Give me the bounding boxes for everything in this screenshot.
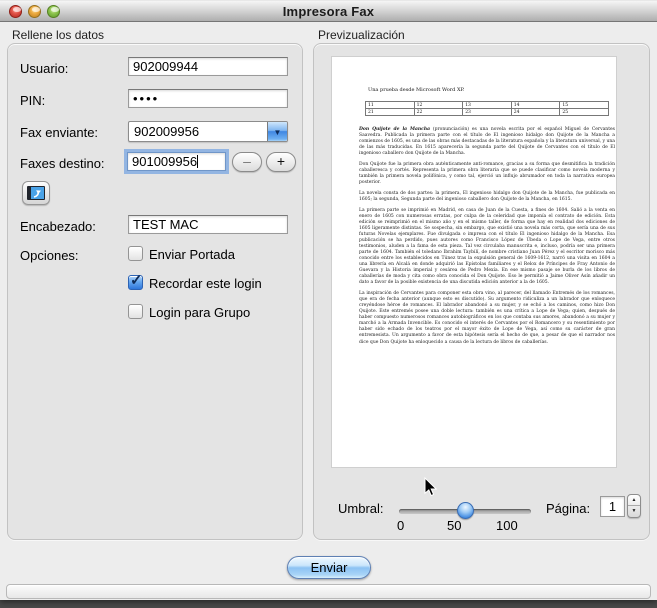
checkbox-enviar-portada[interactable]: ✓ (128, 246, 143, 261)
arrow-up-icon: ▲ (632, 497, 637, 503)
umbral-slider[interactable] (399, 503, 531, 519)
table-cell: 24 (511, 109, 560, 116)
checkbox-recordar-login[interactable]: ✓ (128, 275, 143, 290)
table-row: 21 22 23 24 25 (366, 109, 609, 116)
preview-group-label: Previzualización (318, 28, 405, 42)
fax-enviante-label: Fax enviante: (20, 125, 98, 140)
stepper-up-button[interactable]: ▲ (628, 495, 640, 506)
faxes-destino-value: 901009956 (132, 154, 197, 169)
remove-fax-button[interactable]: – (232, 152, 262, 172)
encabezado-input[interactable]: TEST MAC (128, 215, 288, 234)
titlebar[interactable]: Impresora Fax (0, 0, 657, 22)
doc-body-text: Don Quijote de la Mancha (pronunciación)… (359, 127, 615, 351)
document-preview-page: Una prueba desde Microsoft Word XP. 11 1… (331, 56, 617, 468)
table-cell: 12 (414, 102, 463, 109)
window-title: Impresora Fax (0, 4, 657, 19)
enviar-button[interactable]: Enviar (287, 556, 371, 579)
table-cell: 15 (560, 102, 609, 109)
doc-paragraph: La novela consta de dos partes: la prime… (359, 191, 615, 203)
pin-input[interactable]: •••• (128, 89, 288, 108)
usuario-label: Usuario: (20, 61, 68, 76)
table-cell: 13 (463, 102, 512, 109)
checkbox-recordar-login-label[interactable]: Recordar este login (149, 276, 262, 291)
add-fax-button[interactable]: + (266, 152, 296, 172)
doc-lead-phrase: Don Quijote de la Mancha (359, 127, 430, 132)
doc-table: 11 12 13 14 15 21 22 23 24 25 (365, 101, 609, 116)
doc-intro-line: Una prueba desde Microsoft Word XP. (368, 87, 464, 93)
table-cell: 11 (366, 102, 415, 109)
stepper-down-button[interactable]: ▼ (628, 506, 640, 517)
doc-paragraph: La primera parte se imprimió en Madrid, … (359, 208, 615, 286)
checkbox-login-grupo[interactable]: ✓ (128, 304, 143, 319)
slider-tick-max: 100 (496, 518, 518, 533)
doc-paragraph: Don Quijote fue la primera obra auténtic… (359, 162, 615, 186)
umbral-label: Umbral: (338, 501, 384, 516)
doc-paragraph: Don Quijote de la Mancha (pronunciación)… (359, 127, 615, 157)
slider-thumb[interactable] (457, 502, 474, 519)
opciones-label: Opciones: (20, 248, 79, 263)
arrow-down-icon: ▼ (632, 508, 637, 514)
text-caret (197, 155, 198, 168)
faxes-destino-input[interactable]: 901009956 (127, 152, 226, 171)
minus-icon: – (243, 153, 251, 169)
check-icon: ✓ (130, 271, 143, 289)
encabezado-label: Encabezado: (20, 219, 96, 234)
table-cell: 14 (511, 102, 560, 109)
fax-enviante-dropdown-button[interactable]: ▼ (267, 122, 287, 141)
fax-dialog-window: Impresora Fax Rellene los datos Usuario:… (0, 0, 657, 600)
pagina-label: Página: (546, 501, 590, 516)
pagina-stepper[interactable]: ▲ ▼ (627, 494, 641, 518)
address-book-icon (27, 186, 45, 200)
bottom-status-bar (6, 584, 651, 599)
usuario-input[interactable]: 902009944 (128, 57, 288, 76)
slider-tick-min: 0 (397, 518, 404, 533)
preview-groupbox: Una prueba desde Microsoft Word XP. 11 1… (313, 43, 650, 540)
form-groupbox (7, 43, 303, 540)
fax-enviante-value: 902009956 (134, 124, 199, 139)
table-cell: 21 (366, 109, 415, 116)
fax-enviante-combobox[interactable]: 902009956 ▼ (128, 121, 288, 142)
form-group-label: Rellene los datos (12, 28, 104, 42)
mouse-cursor (424, 477, 438, 498)
plus-icon: + (277, 153, 285, 169)
table-cell: 25 (560, 109, 609, 116)
address-book-button[interactable] (22, 181, 50, 205)
checkbox-login-grupo-label[interactable]: Login para Grupo (149, 305, 250, 320)
checkbox-enviar-portada-label[interactable]: Enviar Portada (149, 247, 235, 262)
table-cell: 23 (463, 109, 512, 116)
table-row: 11 12 13 14 15 (366, 102, 609, 109)
doc-paragraph: La inspiración de Cervantes para compone… (359, 291, 615, 345)
desktop-background: Impresora Fax Rellene los datos Usuario:… (0, 0, 657, 608)
faxes-destino-label: Faxes destino: (20, 156, 105, 171)
chevron-down-icon: ▼ (274, 128, 282, 137)
slider-tick-mid: 50 (447, 518, 461, 533)
table-cell: 22 (414, 109, 463, 116)
pin-label: PIN: (20, 93, 45, 108)
pagina-input[interactable]: 1 (600, 496, 625, 517)
